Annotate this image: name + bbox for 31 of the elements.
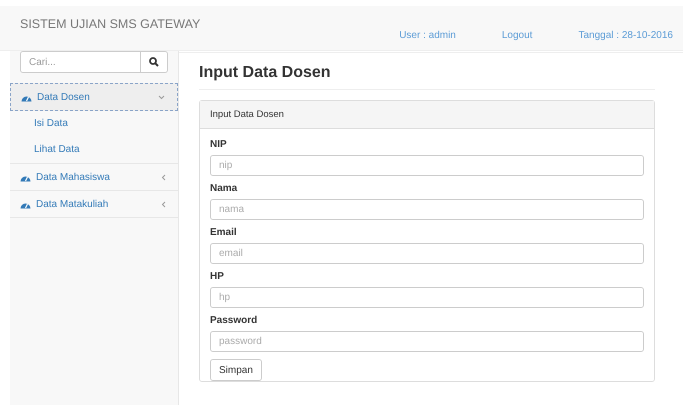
user-link[interactable]: User : admin	[399, 30, 456, 41]
input-field[interactable]: nip	[210, 155, 644, 176]
sidebar-item-label: Data Dosen	[37, 92, 91, 102]
search-field[interactable]: Cari...	[20, 51, 141, 73]
field-label: Nama	[210, 183, 238, 194]
panel-heading: Input Data Dosen	[200, 101, 654, 129]
logout-link[interactable]: Logout	[502, 30, 532, 41]
sidebar-item[interactable]: Data Mahasiswa	[10, 164, 178, 191]
sidebar-item[interactable]: Data Dosen	[10, 83, 178, 111]
search-button[interactable]	[141, 51, 168, 73]
input-field[interactable]: email	[210, 243, 644, 264]
sidebar-item-label: Data Matakuliah	[36, 198, 110, 210]
field-label: NIP	[210, 139, 228, 150]
page-title: Input Data Dosen	[199, 64, 655, 90]
input-field[interactable]: password	[210, 331, 644, 352]
search-icon	[149, 57, 159, 67]
field-label: Email	[210, 227, 238, 238]
brand-title: SISTEM UJIAN SMS GATEWAY	[20, 17, 200, 31]
field-label: HP	[210, 271, 225, 282]
chevron-left-icon	[161, 200, 166, 208]
date-link[interactable]: Tanggal : 28-10-2016	[578, 30, 673, 41]
submit-button[interactable]: Simpan	[210, 359, 262, 381]
chevron-down-icon	[158, 94, 165, 100]
field-label: Password	[210, 315, 258, 326]
input-field[interactable]: hp	[210, 287, 644, 308]
chevron-left-icon	[161, 174, 166, 180]
submenu-item[interactable]: Lihat Data	[10, 137, 178, 164]
sidebar-item[interactable]: Data Matakuliah	[10, 191, 178, 218]
input-field[interactable]: nama	[210, 199, 644, 220]
sidebar-item-label: Data Mahasiswa	[36, 172, 111, 182]
submenu-item[interactable]: Isi Data	[10, 111, 178, 137]
